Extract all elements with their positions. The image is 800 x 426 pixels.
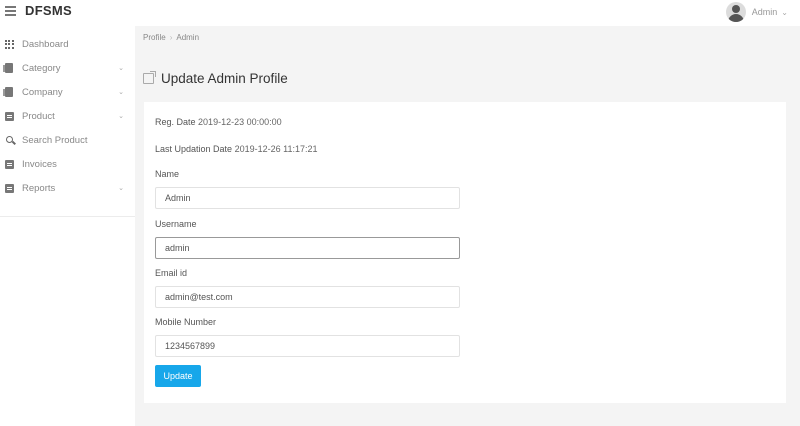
profile-card: Reg. Date 2019-12-23 00:00:00 Last Updat… — [144, 102, 786, 403]
mobile-field[interactable] — [155, 335, 460, 357]
reg-date-value: 2019-12-23 00:00:00 — [198, 117, 282, 127]
sidebar-item-label: Reports — [22, 182, 56, 194]
last-update-label: Last Updation Date — [155, 144, 233, 154]
sidebar-item-label: Product — [22, 110, 55, 122]
list-icon — [4, 111, 14, 121]
last-update-date: Last Updation Date 2019-12-26 11:17:21 — [155, 144, 317, 154]
sidebar-item-company[interactable]: Company ⌄ — [0, 80, 135, 104]
main-content: Profile › Admin Update Admin Profile Reg. … — [135, 26, 800, 426]
breadcrumb: Profile › Admin — [143, 33, 199, 42]
user-avatar-icon — [725, 2, 746, 22]
sidebar-item-label: Company — [22, 86, 63, 98]
search-icon — [4, 135, 14, 145]
sidebar-nav: Dashboard Category ⌄ Company ⌄ Product ⌄… — [0, 32, 135, 217]
username-label: Username — [155, 219, 197, 229]
sidebar-item-label: Search Product — [22, 134, 88, 146]
hamburger-icon[interactable] — [5, 6, 16, 16]
report-icon — [4, 183, 14, 193]
list-icon — [4, 159, 14, 169]
sidebar: Dashboard Category ⌄ Company ⌄ Product ⌄… — [0, 26, 135, 426]
mobile-label: Mobile Number — [155, 317, 217, 327]
sidebar-item-reports[interactable]: Reports ⌄ — [0, 176, 135, 200]
sidebar-item-label: Category — [22, 62, 61, 74]
sidebar-item-invoices[interactable]: Invoices — [0, 152, 135, 176]
breadcrumb-separator: › — [169, 33, 173, 42]
reg-date: Reg. Date 2019-12-23 00:00:00 — [155, 117, 282, 127]
breadcrumb-profile[interactable]: Profile — [143, 33, 166, 42]
email-field[interactable] — [155, 286, 460, 308]
page-title-text: Update Admin Profile — [161, 71, 288, 86]
grid-icon — [4, 39, 14, 49]
sidebar-item-product[interactable]: Product ⌄ — [0, 104, 135, 128]
update-button[interactable]: Update — [155, 365, 201, 387]
external-link-icon — [143, 71, 156, 84]
top-bar: DFSMS Admin ⌄ — [0, 0, 800, 26]
chevron-down-icon: ⌄ — [118, 65, 124, 72]
reg-date-label: Reg. Date — [155, 117, 196, 127]
username-field[interactable] — [155, 237, 460, 259]
name-label: Name — [155, 169, 180, 179]
sidebar-item-dashboard[interactable]: Dashboard — [0, 32, 135, 56]
chevron-down-icon: ⌄ — [781, 7, 788, 17]
sidebar-item-search-product[interactable]: Search Product — [0, 128, 135, 152]
name-field[interactable] — [155, 187, 460, 209]
user-name: Admin — [751, 7, 778, 17]
email-label: Email id — [155, 268, 188, 278]
user-menu[interactable]: Admin ⌄ — [725, 1, 788, 23]
page-title: Update Admin Profile — [143, 71, 288, 86]
chevron-down-icon: ⌄ — [118, 89, 124, 96]
sidebar-item-category[interactable]: Category ⌄ — [0, 56, 135, 80]
breadcrumb-admin: Admin — [176, 33, 200, 42]
files-icon — [3, 87, 14, 97]
files-icon — [3, 63, 14, 73]
chevron-down-icon: ⌄ — [118, 185, 124, 192]
sidebar-item-label: Dashboard — [22, 38, 69, 50]
last-update-value: 2019-12-26 11:17:21 — [234, 144, 318, 154]
sidebar-item-label: Invoices — [22, 158, 57, 170]
brand-logo[interactable]: DFSMS — [25, 3, 72, 18]
chevron-down-icon: ⌄ — [118, 113, 124, 120]
